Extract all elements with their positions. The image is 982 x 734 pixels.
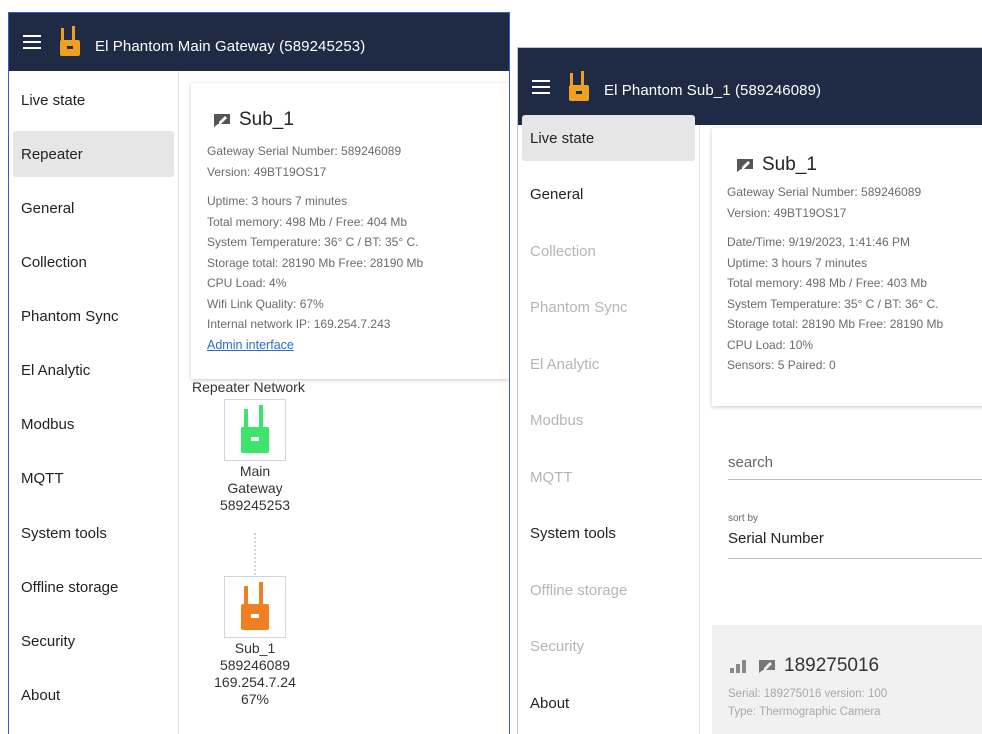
sensor-type-text: Type: Thermographic Camera [728, 706, 881, 718]
sort-label: sort by [728, 513, 759, 524]
node-link-quality: 67% [240, 691, 270, 707]
sidebar-item-security[interactable]: Security [522, 623, 695, 669]
search-input[interactable] [728, 440, 982, 471]
version-text: Version: 49BT19OS17 [207, 164, 327, 179]
sidebar-item-collection[interactable]: Collection [522, 228, 695, 274]
sidebar-item-live-state[interactable]: Live state [522, 115, 695, 161]
menu-icon[interactable] [532, 79, 550, 94]
menu-icon[interactable] [23, 35, 41, 49]
sensor-serial-text: Serial: 189275016 version: 100 [728, 688, 888, 700]
sidebar-item-system-tools[interactable]: System tools [522, 510, 695, 556]
main-gateway-node[interactable]: Main Gateway 589245253 [203, 399, 307, 514]
admin-interface-link[interactable]: Admin interface [207, 338, 294, 352]
node-serial: 589246089 [219, 657, 291, 673]
sidebar-item-mqtt[interactable]: MQTT [522, 454, 695, 500]
main-gateway-window: El Phantom Main Gateway (589245253) Live… [8, 12, 510, 734]
gateway-info-card: Sub_1 Gateway Serial Number: 589246089 V… [191, 83, 509, 379]
sidebar: Live state Repeater General Collection P… [9, 71, 179, 734]
gateway-info-card: Sub_1 Gateway Serial Number: 589246089 V… [712, 128, 982, 406]
sidebar-item-collection[interactable]: Collection [13, 239, 174, 285]
app-title: El Phantom Main Gateway (589245253) [95, 37, 366, 55]
serial-number-text: Gateway Serial Number: 589246089 [207, 144, 402, 158]
sort-value[interactable]: Serial Number [728, 530, 982, 547]
edit-tag-icon[interactable] [758, 659, 776, 674]
sidebar-item-offline-storage[interactable]: Offline storage [522, 567, 695, 613]
card-title: Sub_1 [239, 109, 294, 130]
repeater-network-title: Repeater Network [192, 379, 305, 395]
cpu-load-text: CPU Load: 10% [727, 337, 814, 352]
search-field[interactable] [728, 440, 982, 480]
datetime-text: Date/Time: 9/19/2023, 1:41:46 PM [727, 235, 910, 249]
sidebar: Live state General Collection Phantom Sy… [518, 115, 700, 734]
sidebar-item-el-analytic[interactable]: El Analytic [522, 341, 695, 387]
uptime-text: Uptime: 3 hours 7 minutes [207, 194, 348, 208]
sidebar-item-phantom-sync[interactable]: Phantom Sync [522, 284, 695, 330]
wifi-quality-text: Wifi Link Quality: 67% [207, 296, 324, 311]
node-label-main: Main [239, 463, 271, 479]
sidebar-item-el-analytic[interactable]: El Analytic [13, 347, 174, 393]
node-serial: 589245253 [219, 497, 291, 513]
edit-tag-icon[interactable] [736, 158, 754, 173]
gateway-green-icon [241, 405, 269, 453]
memory-text: Total memory: 498 Mb / Free: 403 Mb [727, 276, 928, 290]
serial-number-text: Gateway Serial Number: 589246089 [727, 185, 922, 199]
cpu-load-text: CPU Load: 4% [207, 276, 287, 290]
sidebar-item-security[interactable]: Security [13, 618, 174, 664]
edit-tag-icon[interactable] [213, 113, 231, 128]
sensor-title: 189275016 [784, 655, 880, 676]
storage-text: Storage total: 28190 Mb Free: 28190 Mb [727, 317, 944, 331]
sidebar-item-phantom-sync[interactable]: Phantom Sync [13, 293, 174, 339]
sub-gateway-node[interactable]: Sub_1 589246089 169.254.7.24 67% [205, 576, 305, 708]
sidebar-item-system-tools[interactable]: System tools [13, 510, 174, 556]
sidebar-item-repeater[interactable]: Repeater [13, 131, 174, 177]
sort-select[interactable]: sort by Serial Number [728, 513, 982, 559]
storage-text: Storage total: 28190 Mb Free: 28190 Mb [207, 255, 424, 270]
internal-ip-text: Internal network IP: 169.254.7.243 [207, 317, 391, 331]
sidebar-item-offline-storage[interactable]: Offline storage [13, 564, 174, 610]
sensor-card[interactable]: 189275016 Serial: 189275016 version: 100… [712, 625, 982, 734]
network-connector [254, 533, 256, 575]
app-bar: El Phantom Sub_1 (589246089) [518, 48, 982, 125]
app-bar: El Phantom Main Gateway (589245253) [9, 13, 509, 71]
card-title: Sub_1 [762, 154, 817, 175]
node-label-gateway: Gateway [227, 480, 283, 496]
temperature-text: System Temperature: 35° C / BT: 36° C. [727, 296, 939, 311]
sub-gateway-window: El Phantom Sub_1 (589246089) Live state … [517, 47, 982, 734]
sidebar-item-live-state[interactable]: Live state [13, 77, 174, 123]
sidebar-item-modbus[interactable]: Modbus [522, 397, 695, 443]
version-text: Version: 49BT19OS17 [727, 205, 847, 220]
gateway-orange-icon [241, 582, 269, 630]
sensors-text: Sensors: 5 Paired: 0 [727, 358, 836, 372]
sidebar-item-general[interactable]: General [13, 185, 174, 231]
memory-text: Total memory: 498 Mb / Free: 404 Mb [207, 214, 408, 229]
gateway-logo-icon [60, 26, 80, 56]
signal-strength-icon [730, 659, 750, 673]
sidebar-item-general[interactable]: General [522, 171, 695, 217]
sidebar-item-modbus[interactable]: Modbus [13, 401, 174, 447]
app-title: El Phantom Sub_1 (589246089) [604, 82, 822, 99]
node-ip: 169.254.7.24 [214, 674, 296, 690]
gateway-logo-icon [569, 70, 589, 101]
uptime-text: Uptime: 3 hours 7 minutes [727, 255, 868, 270]
sidebar-item-mqtt[interactable]: MQTT [13, 455, 174, 501]
temperature-text: System Temperature: 36° C / BT: 35° C. [207, 235, 419, 249]
node-name: Sub_1 [234, 640, 276, 656]
sidebar-item-about[interactable]: About [13, 672, 174, 718]
sidebar-item-about[interactable]: About [522, 680, 695, 726]
